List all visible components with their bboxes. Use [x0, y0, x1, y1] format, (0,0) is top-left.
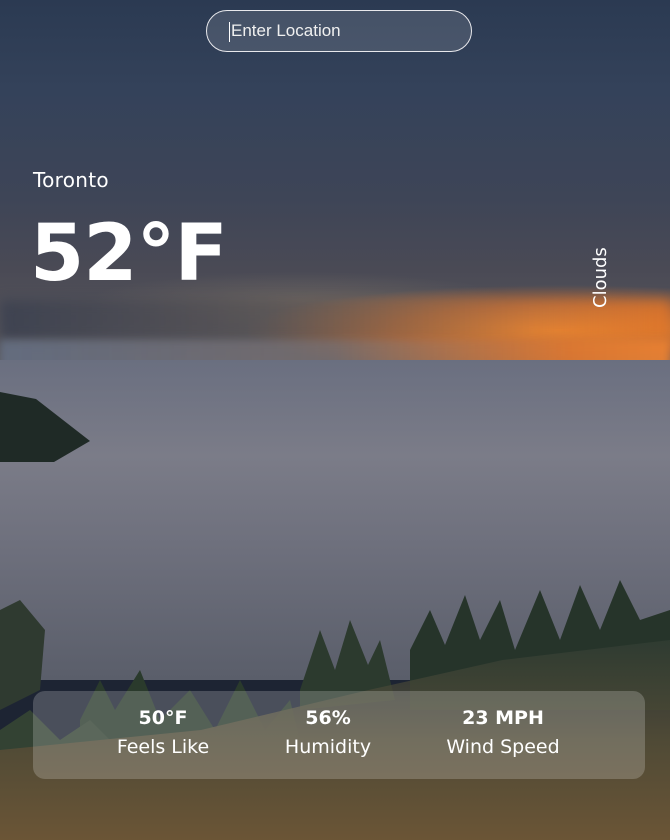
- sunset-cloud-band: [0, 300, 670, 340]
- location-search-box[interactable]: [206, 10, 472, 52]
- humidity-stat: 56% Humidity: [273, 705, 383, 763]
- location-search-input[interactable]: [229, 20, 449, 42]
- weather-condition-label: Clouds: [590, 247, 611, 308]
- weather-condition: Clouds: [582, 238, 618, 308]
- weather-stats-panel: 50°F Feels Like 56% Humidity 23 MPH Wind…: [33, 691, 645, 779]
- wind-speed-value: 23 MPH: [462, 707, 544, 729]
- feels-like-stat: 50°F Feels Like: [103, 705, 223, 763]
- text-cursor: [229, 22, 230, 42]
- humidity-value: 56%: [305, 707, 351, 729]
- wind-speed-label: Wind Speed: [446, 736, 560, 758]
- humidity-label: Humidity: [284, 736, 372, 758]
- wind-speed-stat: 23 MPH Wind Speed: [428, 705, 578, 763]
- feels-like-value: 50°F: [138, 707, 188, 729]
- city-name: Toronto: [33, 168, 109, 192]
- current-temperature: 52°F: [30, 209, 228, 299]
- feels-like-label: Feels Like: [116, 736, 210, 758]
- weather-app: Toronto 52°F Clouds 50°F Feels Like 56% …: [0, 0, 670, 840]
